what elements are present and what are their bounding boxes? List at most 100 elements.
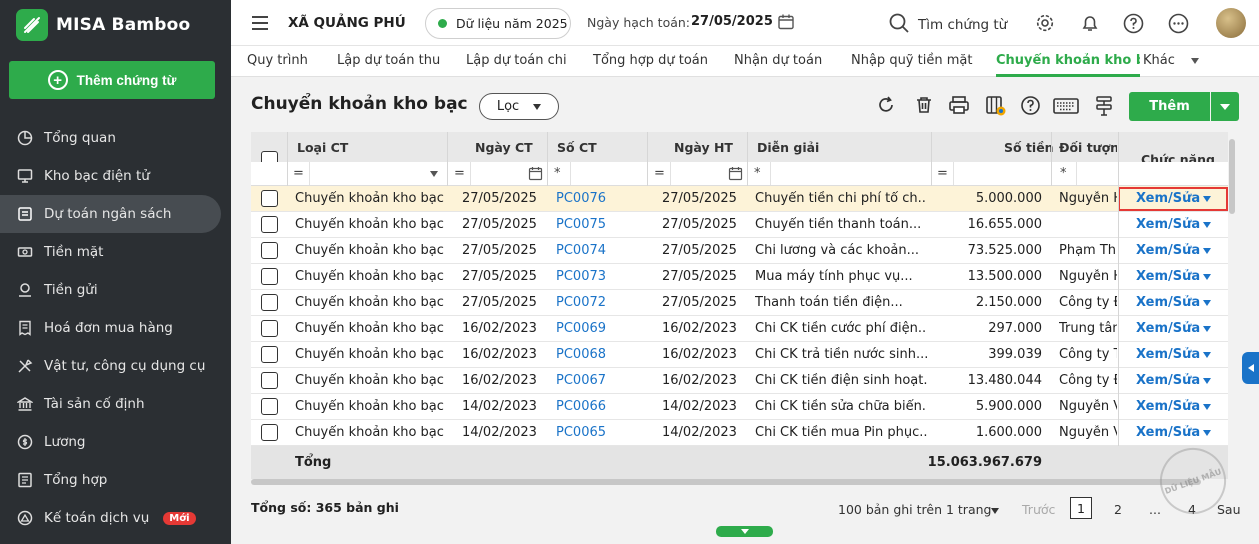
calendar-icon[interactable]	[728, 166, 743, 185]
voucher-link[interactable]: PC0068	[556, 347, 606, 362]
tab-cash-deposit[interactable]: Nhập quỹ tiền mặt	[851, 53, 972, 68]
sidebar-item-deposit[interactable]: Tiền gửi	[0, 271, 221, 309]
row-checkbox[interactable]	[261, 398, 278, 415]
sidebar-item-e-treasury[interactable]: Kho bạc điện tử	[0, 157, 221, 195]
table-row[interactable]: Chuyển khoản kho bạc 27/05/2025 PC0073 27/0…	[251, 264, 1228, 290]
search-voucher[interactable]: Tìm chứng từ	[888, 12, 1007, 38]
voucher-link[interactable]: PC0067	[556, 373, 606, 388]
side-panel-toggle[interactable]	[1242, 352, 1259, 384]
header-voucher-date[interactable]: Ngày CT	[475, 140, 533, 155]
keyboard-icon[interactable]	[1053, 98, 1079, 118]
filter-button[interactable]: Lọc	[479, 93, 559, 120]
row-checkbox[interactable]	[261, 268, 278, 285]
menu-icon[interactable]	[251, 15, 269, 35]
filter-input-object[interactable]	[1076, 162, 1118, 185]
row-checkbox[interactable]	[261, 372, 278, 389]
row-checkbox[interactable]	[261, 190, 278, 207]
sidebar-item-overview[interactable]: Tổng quan	[0, 119, 221, 157]
tab-estimate-summary[interactable]: Tổng hợp dự toán	[593, 53, 708, 68]
more-icon[interactable]	[1168, 13, 1189, 38]
table-row[interactable]: Chuyển khoản kho bạc 27/05/2025 PC0076 27/0…	[251, 186, 1228, 212]
header-posting-date[interactable]: Ngày HT	[674, 140, 733, 155]
add-voucher-button[interactable]: + Thêm chứng từ	[9, 61, 215, 99]
tab-process[interactable]: Quy trình	[247, 53, 308, 68]
brand[interactable]: MISA Bamboo	[16, 9, 190, 41]
print-icon[interactable]	[948, 95, 970, 119]
row-checkbox[interactable]	[261, 216, 278, 233]
row-checkbox[interactable]	[261, 346, 278, 363]
chevron-down-icon[interactable]	[991, 508, 999, 514]
page-button-1[interactable]: 1	[1070, 497, 1092, 519]
filter-input-voucher-type[interactable]	[309, 162, 446, 185]
posting-date-value[interactable]: 27/05/2025	[691, 14, 773, 29]
sidebar-item-supplies[interactable]: Vật tư, công cụ dụng cụ	[0, 347, 221, 385]
table-row[interactable]: Chuyển khoản kho bạc 27/05/2025 PC0075 27/0…	[251, 212, 1228, 238]
filter-operator[interactable]: =	[454, 166, 465, 181]
chevron-down-icon[interactable]	[430, 171, 438, 177]
help-icon[interactable]	[1123, 13, 1144, 38]
filter-operator[interactable]: *	[554, 166, 561, 181]
header-voucher-no[interactable]: Số CT	[557, 140, 597, 155]
header-object[interactable]: Đối tượng	[1059, 140, 1117, 155]
voucher-link[interactable]: PC0072	[556, 295, 606, 310]
header-description[interactable]: Diễn giải	[757, 140, 819, 155]
voucher-link[interactable]: PC0073	[556, 269, 606, 284]
row-checkbox[interactable]	[261, 320, 278, 337]
filter-input-amount[interactable]	[953, 162, 1050, 185]
delete-icon[interactable]	[914, 95, 934, 119]
voucher-link[interactable]: PC0074	[556, 243, 606, 258]
data-year-selector[interactable]: Dữ liệu năm 2025	[425, 8, 571, 39]
voucher-link[interactable]: PC0076	[556, 191, 606, 206]
filter-operator[interactable]: =	[654, 166, 665, 181]
bell-icon[interactable]	[1080, 13, 1100, 37]
horizontal-scrollbar[interactable]	[251, 479, 1201, 485]
sidebar-item-cash[interactable]: Tiền mặt	[0, 233, 221, 271]
table-row[interactable]: Chuyển khoản kho bạc 27/05/2025 PC0074 27/0…	[251, 238, 1228, 264]
voucher-link[interactable]: PC0066	[556, 399, 606, 414]
sidebar-item-budget[interactable]: Dự toán ngân sách	[0, 195, 221, 233]
voucher-link[interactable]: PC0069	[556, 321, 606, 336]
prev-page-button[interactable]: Trước	[1022, 502, 1055, 517]
workflow-icon[interactable]	[1094, 95, 1114, 121]
page-size-selector[interactable]: 100 bản ghi trên 1 trang	[838, 502, 991, 517]
filter-operator[interactable]: *	[754, 166, 761, 181]
filter-operator[interactable]: *	[1060, 166, 1067, 181]
help-icon[interactable]	[1020, 95, 1041, 120]
voucher-link[interactable]: PC0065	[556, 425, 606, 440]
filter-operator[interactable]: =	[293, 166, 304, 181]
next-page-button[interactable]: Sau	[1217, 502, 1241, 517]
organization-name[interactable]: XÃ QUẢNG PHÚ	[288, 15, 406, 31]
sidebar-item-summary[interactable]: Tổng hợp	[0, 461, 221, 499]
add-options-button[interactable]	[1211, 92, 1239, 121]
calendar-icon[interactable]	[528, 166, 543, 185]
filter-operator[interactable]: =	[937, 166, 948, 181]
table-row[interactable]: Chuyển khoản kho bạc 14/02/2023 PC0065 14/0…	[251, 420, 1228, 446]
table-row[interactable]: Chuyển khoản kho bạc 16/02/2023 PC0069 16/0…	[251, 316, 1228, 342]
refresh-icon[interactable]	[876, 95, 896, 119]
table-row[interactable]: Chuyển khoản kho bạc 14/02/2023 PC0066 14/0…	[251, 394, 1228, 420]
display-settings-icon[interactable]	[985, 95, 1007, 121]
tab-treasury-transfer[interactable]: Chuyển khoản kho bạc	[996, 53, 1140, 77]
table-row[interactable]: Chuyển khoản kho bạc 27/05/2025 PC0072 27/0…	[251, 290, 1228, 316]
page-button-2[interactable]: 2	[1114, 502, 1122, 517]
calendar-icon[interactable]	[777, 13, 795, 35]
bottom-panel-toggle[interactable]	[716, 526, 773, 537]
tab-receive-estimate[interactable]: Nhận dự toán	[734, 53, 822, 68]
table-row[interactable]: Chuyển khoản kho bạc 16/02/2023 PC0068 16/0…	[251, 342, 1228, 368]
voucher-link[interactable]: PC0075	[556, 217, 606, 232]
sidebar-item-purchase-invoice[interactable]: Hoá đơn mua hàng	[0, 309, 221, 347]
sidebar-item-service-accounting[interactable]: Kế toán dịch vụ Mới	[0, 499, 221, 537]
filter-input-description[interactable]	[770, 162, 930, 185]
row-checkbox[interactable]	[261, 242, 278, 259]
sidebar-item-salary[interactable]: Lương	[0, 423, 221, 461]
filter-input-voucher-no[interactable]	[570, 162, 646, 185]
gear-icon[interactable]	[1035, 13, 1055, 37]
row-checkbox[interactable]	[261, 294, 278, 311]
sidebar-item-fixed-assets[interactable]: Tài sản cố định	[0, 385, 221, 423]
table-row[interactable]: Chuyển khoản kho bạc 16/02/2023 PC0067 16/0…	[251, 368, 1228, 394]
tab-other[interactable]: Khác	[1143, 53, 1199, 68]
vertical-scrollbar[interactable]	[1229, 139, 1235, 214]
tab-expense-estimate[interactable]: Lập dự toán chi	[466, 53, 567, 68]
avatar[interactable]	[1216, 8, 1246, 38]
add-button[interactable]: Thêm	[1129, 92, 1210, 121]
